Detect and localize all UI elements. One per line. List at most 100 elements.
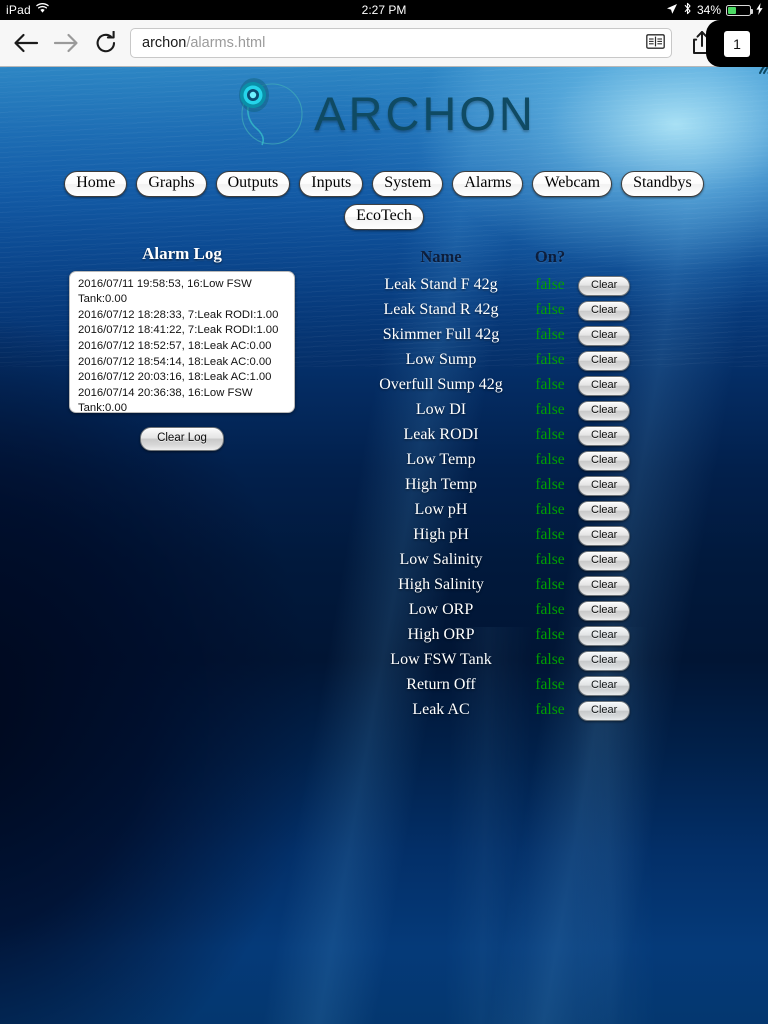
column-header-action [578, 247, 648, 273]
clear-alarm-button[interactable]: Clear [578, 651, 630, 671]
alarm-state: false [522, 523, 578, 548]
site-logo-text: ARCHON [314, 90, 536, 137]
status-bar-right: 34% [666, 2, 768, 18]
clear-alarm-button[interactable]: Clear [578, 426, 630, 446]
alarm-row: Leak Stand F 42gfalseClear [360, 273, 648, 298]
alarm-state: false [522, 498, 578, 523]
nav-item-inputs[interactable]: Inputs [299, 171, 363, 197]
alarm-action-cell: Clear [578, 373, 648, 398]
clear-alarm-button[interactable]: Clear [578, 301, 630, 321]
alarm-name: High pH [360, 523, 522, 548]
alarm-state: false [522, 598, 578, 623]
alarm-log-textarea[interactable]: 2016/07/11 19:58:53, 16:Low FSW Tank:0.0… [69, 271, 295, 413]
alarm-row: Low DIfalseClear [360, 398, 648, 423]
reader-view-icon[interactable] [646, 34, 665, 53]
alarm-row: Low SalinityfalseClear [360, 548, 648, 573]
alarm-action-cell: Clear [578, 623, 648, 648]
reload-button[interactable] [86, 23, 126, 63]
alarm-name: Low pH [360, 498, 522, 523]
alarm-state: false [522, 698, 578, 723]
tab-switcher-button[interactable]: 1 [706, 20, 768, 67]
alarm-row: High TempfalseClear [360, 473, 648, 498]
alarm-name: Leak Stand F 42g [360, 273, 522, 298]
clear-alarm-button[interactable]: Clear [578, 476, 630, 496]
back-button[interactable] [6, 23, 46, 63]
alarm-action-cell: Clear [578, 598, 648, 623]
alarm-action-cell: Clear [578, 523, 648, 548]
alarm-action-cell: Clear [578, 573, 648, 598]
clear-alarm-button[interactable]: Clear [578, 351, 630, 371]
nav-item-graphs[interactable]: Graphs [136, 171, 206, 197]
clear-alarm-button[interactable]: Clear [578, 626, 630, 646]
url-host: archon [142, 35, 186, 51]
alarm-log-title: Alarm Log [4, 244, 360, 264]
battery-icon [726, 5, 751, 16]
alarm-name: High Salinity [360, 573, 522, 598]
alarm-row: Leak ACfalseClear [360, 698, 648, 723]
clear-alarm-button[interactable]: Clear [578, 401, 630, 421]
alarm-name: Return Off [360, 673, 522, 698]
alarm-row: Overfull Sump 42gfalseClear [360, 373, 648, 398]
alarm-state: false [522, 298, 578, 323]
alarm-table-body: Leak Stand F 42gfalseClearLeak Stand R 4… [360, 273, 648, 723]
alarm-action-cell: Clear [578, 348, 648, 373]
nav-item-alarms[interactable]: Alarms [452, 171, 523, 197]
alarm-name: Low Sump [360, 348, 522, 373]
alarm-action-cell: Clear [578, 648, 648, 673]
alarm-row: Return OfffalseClear [360, 673, 648, 698]
nav-item-home[interactable]: Home [64, 171, 127, 197]
back-arrow-icon [13, 32, 39, 54]
alarm-action-cell: Clear [578, 423, 648, 448]
address-bar[interactable]: archon/alarms.html [130, 28, 672, 58]
clear-alarm-button[interactable]: Clear [578, 601, 630, 621]
status-bar-left: iPad [0, 3, 49, 17]
clear-alarm-button[interactable]: Clear [578, 376, 630, 396]
alarm-row: Low SumpfalseClear [360, 348, 648, 373]
nav-item-ecotech[interactable]: EcoTech [344, 204, 424, 230]
clear-alarm-button[interactable]: Clear [578, 501, 630, 521]
clear-alarm-button[interactable]: Clear [578, 451, 630, 471]
status-bar-clock: 2:27 PM [0, 3, 768, 17]
column-header-name: Name [360, 247, 522, 273]
clear-alarm-button[interactable]: Clear [578, 701, 630, 721]
alarm-action-cell: Clear [578, 673, 648, 698]
alarm-state: false [522, 473, 578, 498]
alarm-row: Leak RODIfalseClear [360, 423, 648, 448]
page-content: Alarm Log 2016/07/11 19:58:53, 16:Low FS… [0, 230, 768, 723]
main-navigation: Home Graphs Outputs Inputs System Alarms… [0, 171, 768, 197]
alarm-row: Low TempfalseClear [360, 448, 648, 473]
alarm-name: Low FSW Tank [360, 648, 522, 673]
forward-button[interactable] [46, 23, 86, 63]
alarm-action-cell: Clear [578, 398, 648, 423]
nav-item-system[interactable]: System [372, 171, 443, 197]
clear-log-button[interactable]: Clear Log [140, 427, 224, 452]
nav-item-outputs[interactable]: Outputs [216, 171, 291, 197]
clear-alarm-button[interactable]: Clear [578, 576, 630, 596]
reload-icon [94, 31, 118, 55]
clear-log-row: Clear Log [4, 427, 360, 452]
alarm-name: Low DI [360, 398, 522, 423]
alarm-row: High pHfalseClear [360, 523, 648, 548]
alarm-action-cell: Clear [578, 473, 648, 498]
alarm-action-cell: Clear [578, 548, 648, 573]
clear-alarm-button[interactable]: Clear [578, 551, 630, 571]
tab-count-label: 1 [724, 31, 750, 57]
alarm-name: Low ORP [360, 598, 522, 623]
alarm-action-cell: Clear [578, 498, 648, 523]
alarm-table-header-row: Name On? [360, 247, 648, 273]
alarm-name: Low Temp [360, 448, 522, 473]
alarm-state: false [522, 398, 578, 423]
alarm-state: false [522, 548, 578, 573]
alarm-state: false [522, 573, 578, 598]
alarm-table-panel: Name On? Leak Stand F 42gfalseClearLeak … [360, 244, 768, 723]
secondary-navigation: EcoTech [0, 204, 768, 230]
clear-alarm-button[interactable]: Clear [578, 326, 630, 346]
forward-arrow-icon [53, 32, 79, 54]
nav-item-standbys[interactable]: Standbys [621, 171, 704, 197]
nav-item-webcam[interactable]: Webcam [532, 171, 612, 197]
clear-alarm-button[interactable]: Clear [578, 676, 630, 696]
clear-alarm-button[interactable]: Clear [578, 276, 630, 296]
alarm-row: Low pHfalseClear [360, 498, 648, 523]
alarm-name: High ORP [360, 623, 522, 648]
clear-alarm-button[interactable]: Clear [578, 526, 630, 546]
